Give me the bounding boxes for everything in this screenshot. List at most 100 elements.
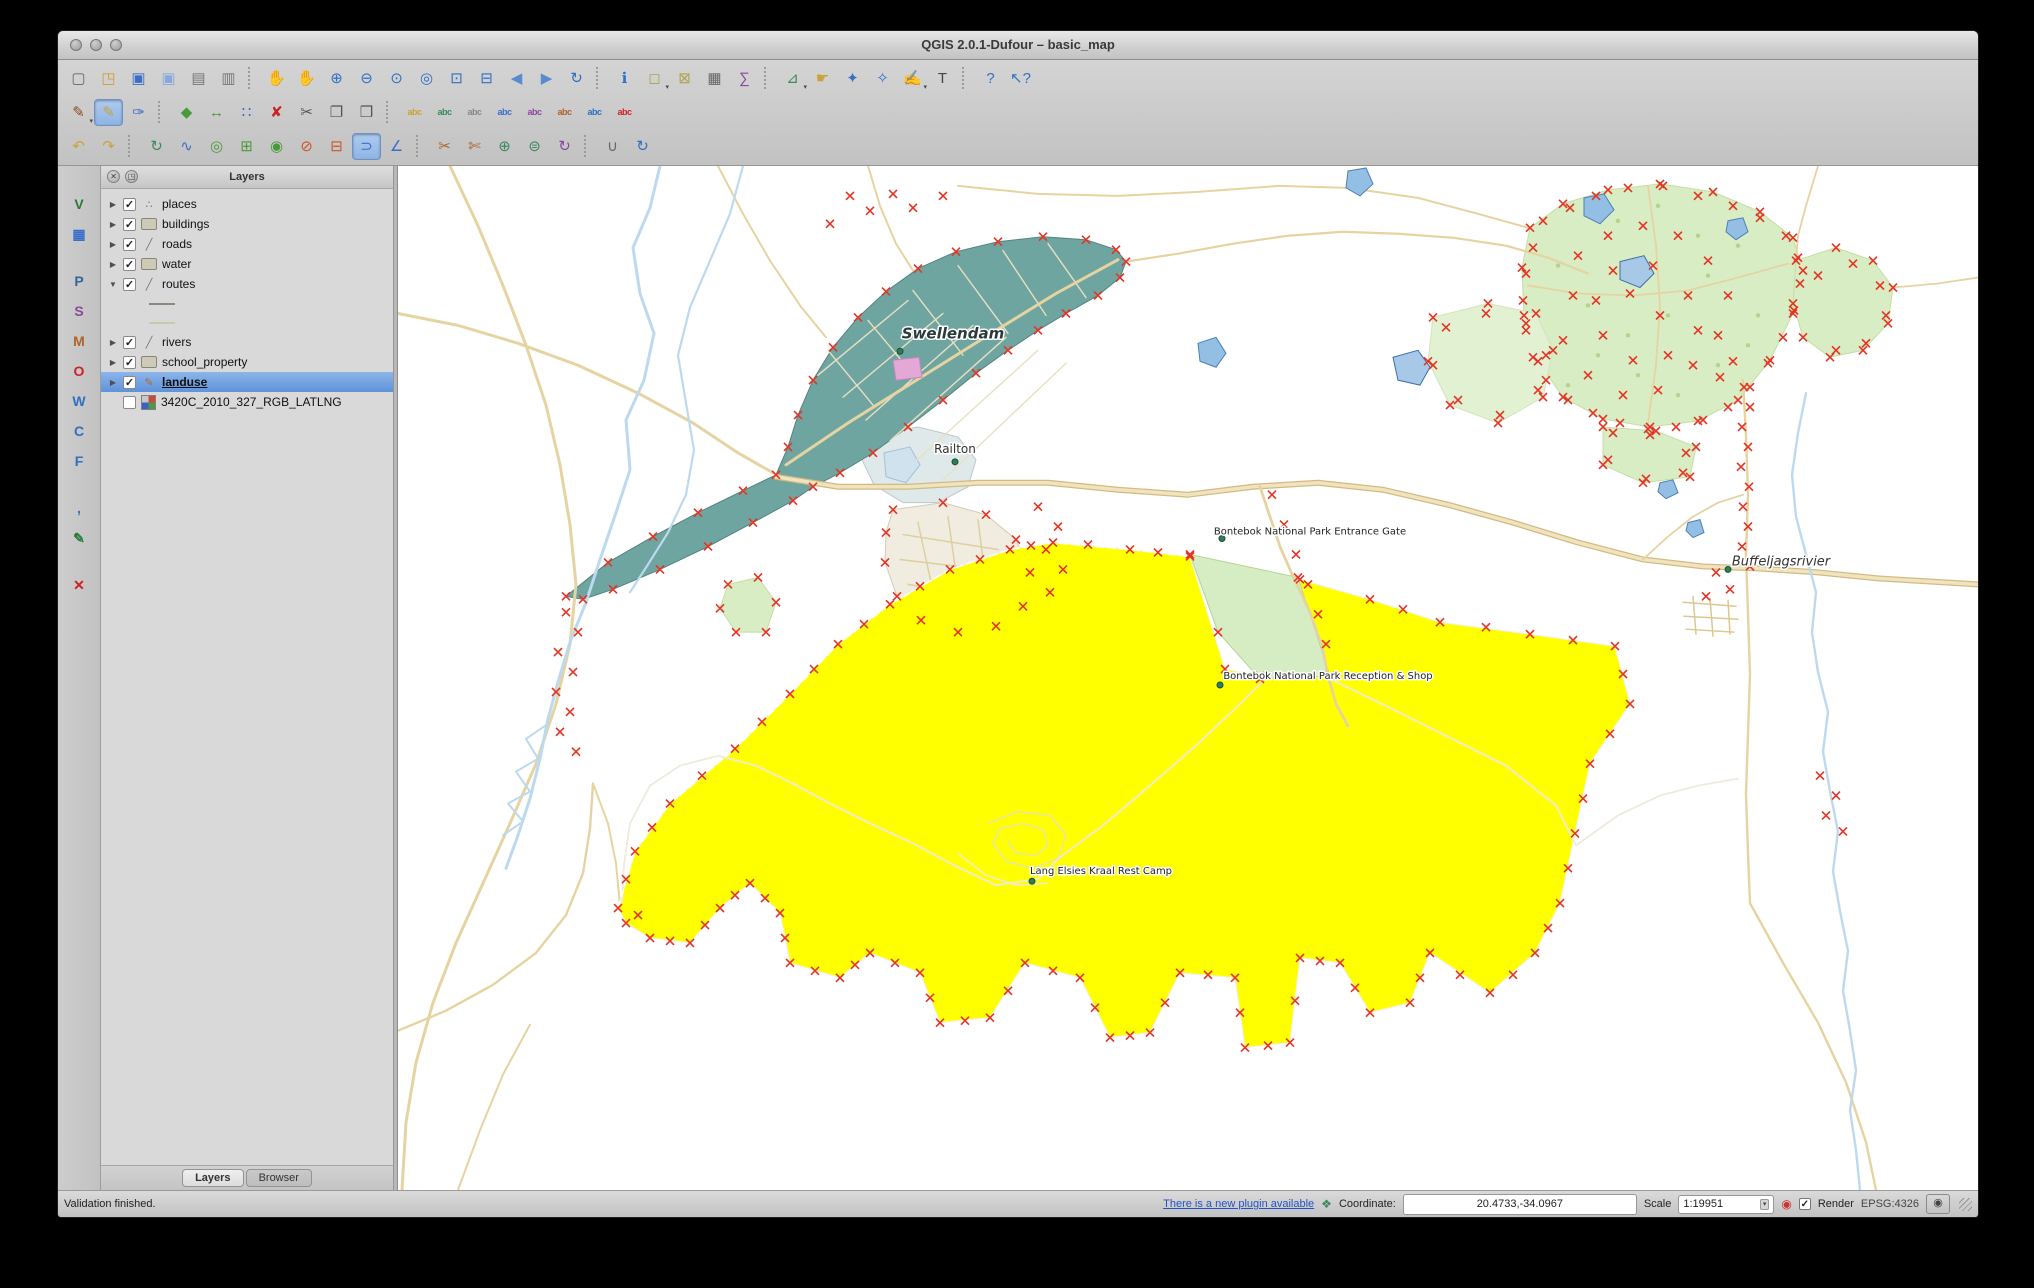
fill-ring-button[interactable]: ◉ [262, 133, 291, 160]
layer-visibility-checkbox[interactable]: ✓ [123, 257, 136, 271]
layer-item-school_property[interactable]: ▶ ✓ school_property [101, 352, 393, 372]
layer-visibility-checkbox[interactable]: ✓ [123, 217, 136, 231]
coordinate-input[interactable] [1402, 1193, 1637, 1215]
simplify-feature-button[interactable]: ∿ [172, 133, 201, 160]
dropdown-arrow-icon[interactable]: ▾ [923, 83, 927, 91]
zoom-out-button[interactable]: ⊖ [352, 65, 381, 92]
layer-visibility-checkbox[interactable]: ✓ [123, 355, 136, 369]
layers-panel-header[interactable]: ✕ ◳ Layers [101, 166, 393, 189]
tab-browser[interactable]: Browser [245, 1169, 312, 1187]
annotation-button[interactable]: ✍ ▾ [898, 65, 927, 92]
offset-curve-button[interactable]: ⊃ [352, 132, 381, 160]
zoom-to-selection-button[interactable]: ⊡ [442, 65, 471, 92]
delete-ring-button[interactable]: ⊘ [292, 133, 321, 160]
merge-features-button[interactable]: ⊕ [490, 133, 519, 160]
merge-attributes-button[interactable]: ⊜ [520, 133, 549, 160]
undo-button[interactable]: ↶ [64, 133, 93, 160]
add-delimited-text-button[interactable]: , [64, 494, 94, 521]
split-parts-button[interactable]: ✄ [460, 133, 489, 160]
delete-selected-button[interactable]: ✘ [262, 99, 291, 126]
add-raster-layer-button[interactable]: ▦ [64, 220, 94, 247]
cut-features-button[interactable]: ✂ [292, 99, 321, 126]
add-feature-button[interactable]: ◆ [172, 99, 201, 126]
layer-item-rivers[interactable]: ▶ ✓ ╱ rivers [101, 332, 393, 352]
expand-arrow-icon[interactable]: ▶ [108, 338, 118, 347]
add-ring-button[interactable]: ◎ [202, 133, 231, 160]
refresh-map-button[interactable]: ↻ [562, 65, 591, 92]
layer-item-buildings[interactable]: ▶ ✓ buildings [101, 214, 393, 234]
layer-item-water[interactable]: ▶ ✓ water [101, 254, 393, 274]
delete-part-button[interactable]: ⊟ [322, 133, 351, 160]
layer-visibility-checkbox[interactable] [123, 395, 136, 409]
add-part-button[interactable]: ⊞ [232, 133, 261, 160]
new-bookmark-button[interactable]: ✦ [838, 65, 867, 92]
toggle-editing-button[interactable]: ✎ [94, 98, 123, 126]
show-bookmarks-button[interactable]: ✧ [868, 65, 897, 92]
zoom-button[interactable] [110, 39, 122, 51]
pin-unpin-labels-button[interactable]: abc [490, 99, 519, 126]
text-annotation-button[interactable]: T [928, 65, 957, 92]
expand-arrow-icon[interactable]: ▶ [108, 200, 118, 209]
panel-close-icon[interactable]: ✕ [107, 170, 120, 183]
zoom-native-button[interactable]: ⊙ [382, 65, 411, 92]
layer-item-roads[interactable]: ▶ ✓ ╱ roads [101, 234, 393, 254]
chevron-down-icon[interactable]: ▾ [1759, 1198, 1770, 1210]
dropdown-arrow-icon[interactable]: ▾ [89, 117, 93, 125]
copy-features-button[interactable]: ❐ [322, 99, 351, 126]
rotate-point-symbols-button[interactable]: ↻ [550, 133, 579, 160]
plugin-link[interactable]: There is a new plugin available [1163, 1198, 1314, 1210]
split-features-button[interactable]: ✂ [430, 133, 459, 160]
add-postgis-layer-button[interactable]: P [64, 267, 94, 294]
rotate-feature-button[interactable]: ↻ [142, 133, 171, 160]
open-project-button[interactable]: ◳ [94, 65, 123, 92]
save-project-as-button[interactable]: ▣ [154, 65, 183, 92]
rotate-label-button[interactable]: abc [580, 99, 609, 126]
stop-rendering-icon[interactable]: ◉ [1781, 1198, 1791, 1210]
title-bar[interactable]: QGIS 2.0.1-Dufour – basic_map [58, 31, 1978, 60]
scale-combo[interactable]: 1:19951 ▾ [1678, 1194, 1775, 1214]
add-label-button[interactable]: abc [430, 99, 459, 126]
expand-arrow-icon[interactable]: ▼ [108, 280, 118, 289]
remove-layer-button[interactable]: ✕ [64, 571, 94, 598]
plugin-icon[interactable]: ❖ [1321, 1198, 1332, 1210]
add-wfs-layer-button[interactable]: F [64, 447, 94, 474]
render-checkbox[interactable]: ✓ [1798, 1198, 1811, 1210]
expand-arrow-icon[interactable]: ▶ [108, 260, 118, 269]
zoom-in-button[interactable]: ⊕ [322, 65, 351, 92]
minimize-button[interactable] [90, 39, 102, 51]
move-label-button[interactable]: abc [550, 99, 579, 126]
composer-manager-button[interactable]: ▥ [214, 65, 243, 92]
zoom-next-button[interactable]: ▶ [532, 65, 561, 92]
layer-item-routes[interactable]: ▼ ✓ ╱ routes [101, 274, 393, 294]
whats-this-button[interactable]: ↖? [1006, 65, 1035, 92]
add-oracle-layer-button[interactable]: O [64, 357, 94, 384]
new-composer-button[interactable]: ▤ [184, 65, 213, 92]
layer-labeling-options-button[interactable]: abc [400, 99, 429, 126]
map-tips-button[interactable]: ☛ [808, 65, 837, 92]
dropdown-arrow-icon[interactable]: ▾ [803, 83, 807, 91]
tab-layers[interactable]: Layers [182, 1169, 244, 1187]
node-tool-button[interactable]: ∷ [232, 99, 261, 126]
highlight-pinned-labels-button[interactable]: abc [460, 99, 489, 126]
expand-arrow-icon[interactable]: ▶ [108, 220, 118, 229]
add-wcs-layer-button[interactable]: C [64, 417, 94, 444]
deselect-features-button[interactable]: ⊠ [670, 65, 699, 92]
panel-float-icon[interactable]: ◳ [125, 170, 138, 183]
current-edits-button[interactable]: ✎ ▾ [64, 99, 93, 126]
new-project-button[interactable]: ▢ [64, 65, 93, 92]
layer-item-places[interactable]: ▶ ✓ ∴ places [101, 194, 393, 214]
close-button[interactable] [70, 39, 82, 51]
layer-visibility-checkbox[interactable]: ✓ [123, 197, 136, 211]
layer-visibility-checkbox[interactable]: ✓ [123, 277, 136, 291]
change-label-button[interactable]: abc [610, 99, 639, 126]
show-hide-labels-button[interactable]: abc [520, 99, 549, 126]
resize-grip[interactable] [1959, 1197, 1972, 1211]
refresh-canvas-button[interactable]: ↻ [628, 133, 657, 160]
identify-button[interactable]: ℹ [610, 65, 639, 92]
redo-button[interactable]: ↷ [94, 133, 123, 160]
expand-arrow-icon[interactable]: ▶ [108, 378, 118, 387]
layer-visibility-checkbox[interactable]: ✓ [123, 335, 136, 349]
move-feature-button[interactable]: ↔ [202, 99, 231, 126]
field-calculator-button[interactable]: ∑ [730, 65, 759, 92]
measure-button[interactable]: ⊿ ▾ [778, 65, 807, 92]
